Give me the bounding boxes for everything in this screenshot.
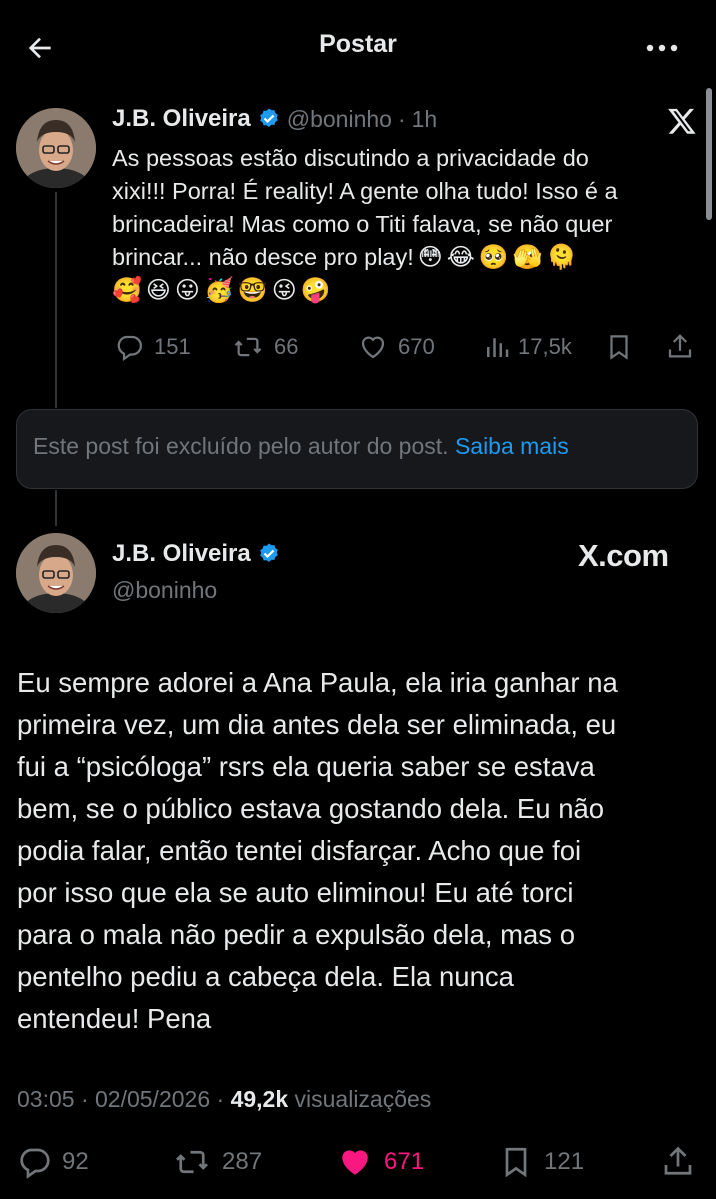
more-icon[interactable] bbox=[642, 34, 682, 62]
reply-count: 92 bbox=[62, 1148, 89, 1175]
deleted-notice-row: Este post foi excluído pelo autor do pos… bbox=[33, 433, 569, 460]
avatar[interactable] bbox=[16, 533, 96, 613]
post-text-line: primeira vez, um dia antes dela ser elim… bbox=[17, 709, 617, 740]
author-name-row: J.B. Oliveira bbox=[112, 540, 281, 568]
author-name[interactable]: J.B. Oliveira bbox=[112, 105, 251, 133]
thread-line bbox=[55, 192, 57, 408]
author-name[interactable]: J.B. Oliveira bbox=[112, 540, 251, 568]
emoji: 🥺 bbox=[478, 244, 509, 271]
avatar[interactable] bbox=[16, 108, 96, 188]
separator: · bbox=[216, 1086, 225, 1112]
thread-line bbox=[55, 490, 57, 526]
bookmark-button[interactable]: 121 bbox=[498, 1144, 584, 1180]
deleted-post-notice: Este post foi excluído pelo autor do pos… bbox=[16, 409, 698, 489]
emoji-group: 🥰 😆 😛 🥳 🤓 😜 🤪 bbox=[112, 274, 702, 307]
bookmark-icon bbox=[498, 1144, 534, 1180]
views-label: visualizações bbox=[294, 1086, 432, 1112]
repost-icon bbox=[232, 332, 264, 362]
emoji: 🫣 bbox=[512, 244, 543, 271]
post-text-line: para o mala não pedir a expulsão dela, m… bbox=[17, 919, 575, 950]
scrollbar[interactable] bbox=[706, 88, 712, 220]
page-title: Postar bbox=[319, 30, 397, 58]
reply-icon bbox=[16, 1144, 52, 1180]
share-icon bbox=[660, 1144, 696, 1180]
like-icon bbox=[336, 1144, 374, 1180]
post-text-line: pentelho pediu a cabeça dela. Ela nunca bbox=[17, 961, 514, 992]
share-button[interactable] bbox=[665, 332, 695, 362]
like-button[interactable]: 670 bbox=[358, 332, 435, 362]
post-text-line-with-emoji: brincar... não desce pro play! 😳 😂 🥺 🫣 🫠 bbox=[112, 241, 702, 274]
author-handle[interactable]: @boninho bbox=[287, 106, 392, 133]
learn-more-link[interactable]: Saiba mais bbox=[455, 433, 569, 459]
deleted-notice-text: Este post foi excluído pelo autor do pos… bbox=[33, 433, 449, 459]
views-icon bbox=[482, 332, 512, 362]
post-text-line: bem, se o público estava gostando dela. … bbox=[17, 793, 605, 824]
author-handle[interactable]: @boninho bbox=[112, 577, 217, 604]
post-text-line: entendeu! Pena bbox=[17, 1003, 212, 1034]
emoji: 😂 bbox=[446, 244, 475, 271]
emoji: 🤓 bbox=[237, 277, 268, 304]
bookmark-button[interactable] bbox=[604, 332, 634, 362]
views-count: 17,5k bbox=[518, 334, 572, 359]
x-logo-icon bbox=[666, 106, 698, 136]
reply-count: 151 bbox=[154, 334, 191, 359]
like-icon bbox=[358, 332, 388, 362]
emoji: 🥰 bbox=[112, 277, 142, 304]
views-count: 49,2k bbox=[230, 1086, 289, 1112]
post-text-line: brincadeira! Mas como o Titi falava, se … bbox=[112, 211, 613, 237]
x-com-watermark: X.com bbox=[578, 538, 669, 573]
post-text-line: fui a “psicóloga” rsrs ela queria saber … bbox=[17, 751, 595, 782]
bookmark-icon bbox=[604, 332, 634, 362]
share-icon bbox=[665, 332, 695, 362]
share-button[interactable] bbox=[660, 1144, 696, 1180]
post-header: J.B. Oliveira @boninho · 1h bbox=[112, 105, 437, 133]
repost-button[interactable]: 66 bbox=[232, 332, 298, 362]
repost-icon bbox=[172, 1144, 212, 1180]
reply-button[interactable]: 151 bbox=[114, 332, 191, 362]
separator: · bbox=[397, 105, 406, 132]
emoji: 😳 bbox=[417, 244, 443, 271]
views-button[interactable]: 17,5k bbox=[482, 332, 572, 362]
emoji: 😜 bbox=[271, 277, 297, 304]
post-meta: 03:05 · 02/05/2026 · 49,2k visualizações bbox=[17, 1086, 431, 1113]
like-count: 670 bbox=[398, 334, 435, 359]
repost-count: 287 bbox=[222, 1148, 263, 1175]
repost-count: 66 bbox=[274, 334, 299, 359]
post-text-line: xixi!!! Porra! É reality! A gente olha t… bbox=[112, 178, 618, 204]
bookmark-count: 121 bbox=[544, 1148, 585, 1175]
post-text-line: podia falar, então tentei disfarçar. Ach… bbox=[17, 835, 582, 866]
emoji: 😆 bbox=[145, 277, 171, 304]
post-timestamp[interactable]: 03:05 · 02/05/2026 bbox=[17, 1086, 210, 1112]
post-time[interactable]: 1h bbox=[412, 106, 438, 133]
post-text: As pessoas estão discutindo a privacidad… bbox=[112, 142, 702, 307]
post-text-line: brincar... não desce pro play! bbox=[112, 244, 414, 270]
verified-badge-icon bbox=[257, 542, 281, 566]
reply-button[interactable]: 92 bbox=[16, 1144, 89, 1180]
post-text-line: por isso que ela se auto eliminou! Eu at… bbox=[17, 877, 574, 908]
like-button[interactable]: 671 bbox=[336, 1144, 424, 1180]
emoji-group: 😳 😂 🥺 🫣 🫠 bbox=[418, 241, 581, 274]
like-count: 671 bbox=[384, 1148, 425, 1175]
post-text-line: As pessoas estão discutindo a privacidad… bbox=[112, 145, 589, 171]
reply-icon bbox=[114, 332, 144, 362]
repost-button[interactable]: 287 bbox=[172, 1144, 262, 1180]
post-text: Eu sempre adorei a Ana Paula, ela iria g… bbox=[17, 662, 707, 1040]
emoji: 🤪 bbox=[300, 277, 331, 304]
verified-badge-icon bbox=[257, 107, 281, 131]
emoji: 🥳 bbox=[203, 277, 234, 304]
post-text-line: Eu sempre adorei a Ana Paula, ela iria g… bbox=[17, 667, 618, 698]
emoji: 😛 bbox=[174, 277, 200, 304]
emoji: 🫠 bbox=[546, 244, 577, 271]
